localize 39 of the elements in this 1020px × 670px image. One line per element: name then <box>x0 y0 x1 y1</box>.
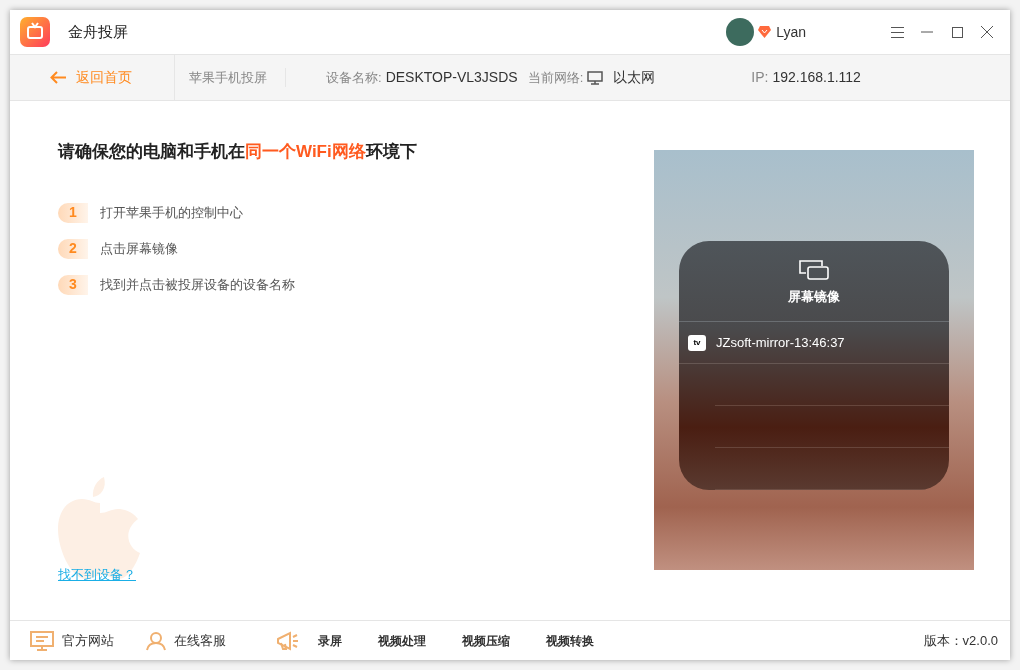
back-arrow-icon <box>50 71 66 84</box>
ip-address: 192.168.1.112 <box>772 68 861 87</box>
footer-link[interactable]: 官方网站 <box>30 630 114 651</box>
diamond-icon <box>758 26 772 38</box>
tool-button[interactable]: 录屏 <box>318 631 342 650</box>
step-text: 打开苹果手机的控制中心 <box>100 203 243 222</box>
device-badge: tv <box>688 334 706 351</box>
app-logo-icon <box>20 17 50 47</box>
monitor-icon <box>30 630 54 651</box>
monitor-icon <box>587 70 604 85</box>
user-name[interactable]: Lyan <box>776 21 806 43</box>
person-icon <box>146 630 166 651</box>
step-number: 2 <box>58 238 88 259</box>
device-name-label: 设备名称: <box>326 68 382 87</box>
device-name[interactable]: JZsoft-mirror-13:46:37 <box>716 332 845 353</box>
network-name: 以太网 <box>613 68 656 87</box>
ip-label: IP: <box>751 68 769 87</box>
step-number: 3 <box>58 274 88 295</box>
footer-link[interactable]: 在线客服 <box>146 630 226 651</box>
minimize-icon <box>921 31 933 33</box>
tool-button[interactable]: 视频压缩 <box>462 631 510 650</box>
tool-button[interactable]: 视频转换 <box>546 631 594 650</box>
window-title: 金舟投屏 <box>68 21 128 42</box>
megaphone-icon <box>276 630 300 651</box>
user-avatar[interactable] <box>726 18 755 46</box>
panel-title: 屏幕镜像 <box>788 288 840 306</box>
step-text: 点击屏幕镜像 <box>100 239 178 258</box>
tool-button[interactable]: 视频处理 <box>378 631 426 650</box>
version-text: 版本：v2.0.0 <box>923 631 998 650</box>
step-number: 1 <box>58 202 88 223</box>
maximize-icon <box>951 26 963 38</box>
screen-mirroring-icon <box>798 259 830 281</box>
device-name: DESKTOP-VL3JSDS <box>385 68 518 87</box>
step-text: 找到并点击被投屏设备的设备名称 <box>100 275 295 294</box>
section-title: 苹果手机投屏 <box>189 67 286 88</box>
heading: 请确保您的电脑和手机在同一个WiFi网络环境下 <box>58 141 418 163</box>
network-label: 当前网络: <box>527 68 584 87</box>
menu-icon <box>890 26 904 38</box>
close-icon <box>981 26 993 38</box>
